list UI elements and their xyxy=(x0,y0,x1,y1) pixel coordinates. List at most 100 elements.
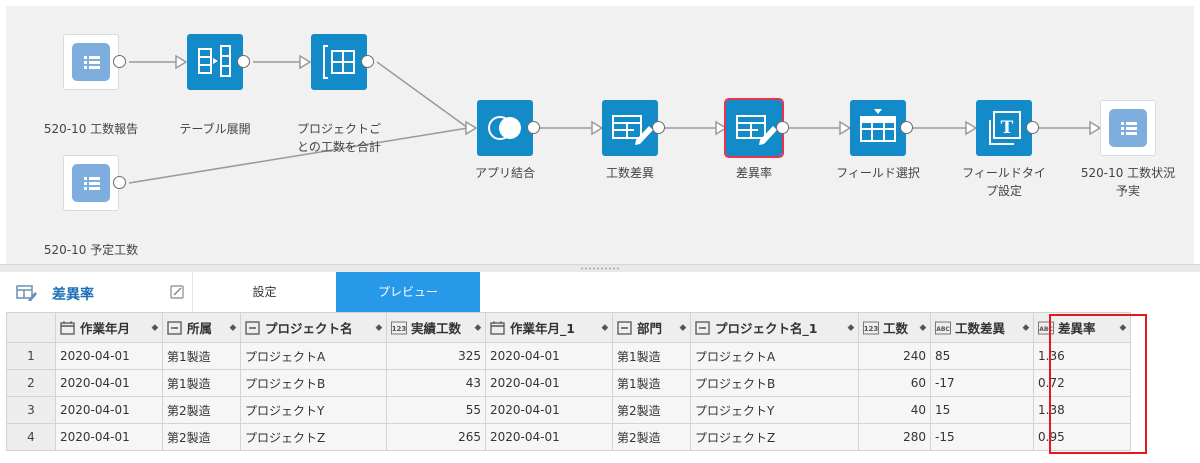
table-cell: 第2製造 xyxy=(612,423,691,451)
join-icon xyxy=(488,116,521,140)
output-port[interactable] xyxy=(361,55,374,68)
row-number-header xyxy=(6,312,56,343)
column-header[interactable]: 部門 ⬥ xyxy=(612,312,691,343)
tab-preview[interactable]: プレビュー xyxy=(336,272,480,312)
node-tile[interactable]: T xyxy=(976,100,1032,156)
sort-icon[interactable]: ⬥ xyxy=(230,323,236,333)
table-cell: 40 xyxy=(858,396,931,424)
sort-icon[interactable]: ⬥ xyxy=(475,323,481,333)
node-label: プロジェクトご との工数を合計 xyxy=(296,122,381,154)
column-header[interactable]: ABC 工数差異 ⬥ xyxy=(930,312,1034,343)
arrowhead-n10 xyxy=(1089,120,1102,136)
node-tile[interactable] xyxy=(63,34,119,90)
output-port[interactable] xyxy=(113,55,126,68)
table-cell: 43 xyxy=(386,369,486,397)
table-cell: 第2製造 xyxy=(162,396,241,424)
arrowhead-n2 xyxy=(175,54,188,70)
node-label: 520-10 予定工数 xyxy=(43,243,139,257)
node-tile[interactable] xyxy=(63,155,119,211)
sort-icon[interactable]: ⬥ xyxy=(152,323,158,333)
text-icon xyxy=(245,320,260,335)
tab-settings[interactable]: 設定 xyxy=(192,272,336,312)
output-port[interactable] xyxy=(776,121,789,134)
sort-icon[interactable]: ⬥ xyxy=(1120,323,1126,333)
table-cell: 第1製造 xyxy=(612,369,691,397)
table-cell: 325 xyxy=(386,342,486,370)
output-port[interactable] xyxy=(113,176,126,189)
edit-table-icon xyxy=(736,115,777,145)
output-port[interactable] xyxy=(527,121,540,134)
table-row: 2 2020-04-01 第1製造 プロジェクトB 43 2020-04-01 … xyxy=(6,369,1131,397)
sort-icon[interactable]: ⬥ xyxy=(1023,323,1029,333)
table-cell: 2020-04-01 xyxy=(55,423,163,451)
output-port[interactable] xyxy=(237,55,250,68)
table-cell: 85 xyxy=(930,342,1034,370)
node-tile[interactable] xyxy=(311,34,367,90)
node-title-area: 差異率 xyxy=(0,272,190,312)
sort-icon[interactable]: ⬥ xyxy=(602,323,608,333)
node-label: フィールド選択 xyxy=(836,166,920,180)
column-name: プロジェクト名_1 xyxy=(715,321,818,336)
field-select-icon xyxy=(860,109,896,142)
output-port[interactable] xyxy=(652,121,665,134)
sort-icon[interactable]: ⬥ xyxy=(848,323,854,333)
table-row: 3 2020-04-01 第2製造 プロジェクトY 55 2020-04-01 … xyxy=(6,396,1131,424)
column-header[interactable]: 123 工数 ⬥ xyxy=(858,312,931,343)
edit-table-icon xyxy=(612,115,653,145)
column-header[interactable]: ABC 差異率 ⬥ xyxy=(1033,312,1131,343)
column-header[interactable]: 所属 ⬥ xyxy=(162,312,241,343)
column-header[interactable]: プロジェクト名_1 ⬥ xyxy=(690,312,859,343)
number-icon: 123 xyxy=(391,321,407,334)
output-port[interactable] xyxy=(900,121,913,134)
text-icon xyxy=(695,320,710,335)
arrowhead-n5 xyxy=(465,120,478,136)
table-cell: 第1製造 xyxy=(162,369,241,397)
sort-icon[interactable]: ⬥ xyxy=(680,323,686,333)
flow-canvas[interactable]: 520-10 工数報告 テーブル展開 プロジェクトご との工数を合計 520-1… xyxy=(6,6,1194,264)
table-cell: -17 xyxy=(930,369,1034,397)
output-port[interactable] xyxy=(1026,121,1039,134)
table-cell: 2020-04-01 xyxy=(55,342,163,370)
rename-icon[interactable] xyxy=(170,285,184,299)
table-cell: 1.36 xyxy=(1033,342,1131,370)
sort-icon[interactable]: ⬥ xyxy=(376,323,382,333)
svg-text:123: 123 xyxy=(864,325,879,333)
edit-table-icon xyxy=(16,285,37,301)
node-tile[interactable] xyxy=(602,100,658,156)
table-cell: 60 xyxy=(858,369,931,397)
column-header[interactable]: プロジェクト名 ⬥ xyxy=(240,312,387,343)
column-name: 所属 xyxy=(187,321,213,336)
text-icon xyxy=(167,320,182,335)
group-sum-icon xyxy=(323,45,355,79)
column-header[interactable]: 作業年月_1 ⬥ xyxy=(485,312,613,343)
node-tile[interactable] xyxy=(187,34,243,90)
table-cell: 0.95 xyxy=(1033,423,1131,451)
arrowhead-n6 xyxy=(591,120,604,136)
table-cell: プロジェクトA xyxy=(240,342,387,370)
arrowhead-n7 xyxy=(715,120,728,136)
svg-text:ABC: ABC xyxy=(936,326,950,333)
field-type-icon: T xyxy=(989,111,1021,145)
table-row: 1 2020-04-01 第1製造 プロジェクトA 325 2020-04-01… xyxy=(6,342,1131,370)
table-cell: プロジェクトZ xyxy=(690,423,859,451)
row-number: 4 xyxy=(6,423,56,451)
column-header[interactable]: 123 実績工数 ⬥ xyxy=(386,312,486,343)
node-tile[interactable] xyxy=(850,100,906,156)
node-tile[interactable] xyxy=(477,100,533,156)
row-number: 2 xyxy=(6,369,56,397)
splitter-grip[interactable] xyxy=(580,267,620,270)
panel-splitter[interactable] xyxy=(0,264,1200,272)
number-icon: 123 xyxy=(863,321,879,334)
column-header[interactable]: 作業年月 ⬥ xyxy=(55,312,163,343)
table-cell: 265 xyxy=(386,423,486,451)
panel-header: 差異率 設定 プレビュー xyxy=(0,272,1200,312)
string-icon: ABC xyxy=(935,321,951,334)
sort-icon[interactable]: ⬥ xyxy=(920,323,926,333)
table-cell: プロジェクトZ xyxy=(240,423,387,451)
table-cell: 240 xyxy=(858,342,931,370)
table-cell: 280 xyxy=(858,423,931,451)
node-label: 工数差異 xyxy=(605,166,654,180)
node-tile[interactable] xyxy=(1100,100,1156,156)
table-cell: 2020-04-01 xyxy=(55,369,163,397)
node-tile-selected[interactable] xyxy=(724,98,784,158)
